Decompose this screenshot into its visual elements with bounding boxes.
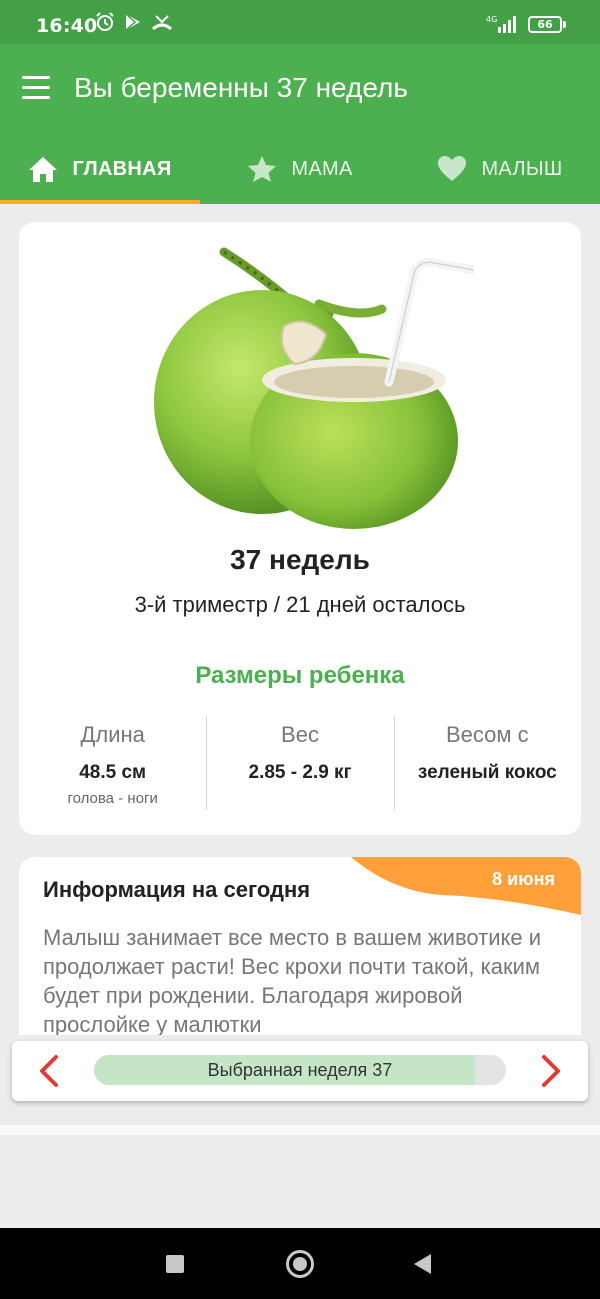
battery-level: 66 — [528, 15, 562, 33]
recents-button[interactable] — [166, 1255, 184, 1273]
stat-comparison: Весом с зеленый кокос — [393, 716, 581, 812]
stat-comparison-label: Весом с — [446, 722, 529, 747]
heart-icon — [438, 156, 467, 181]
info-text: Малыш занимает все место в вашем животик… — [43, 925, 542, 1035]
stat-length-sub: голова - ноги — [67, 790, 158, 807]
tab-baby-label: МАЛЫШ — [481, 157, 563, 180]
week-title: 37 недель — [230, 544, 370, 575]
week-selector: Выбранная неделя 37 — [12, 1041, 588, 1101]
stat-length-value: 48.5 см — [79, 762, 147, 783]
app-bar: Вы беременны 37 недель — [0, 44, 600, 134]
week-summary-card: 37 недель 3-й триместр / 21 дней осталос… — [19, 222, 581, 835]
previous-week-button[interactable] — [34, 1054, 64, 1088]
coconut-image — [154, 247, 474, 529]
daily-info-card[interactable]: 8 июня Информация на сегодня Малыш заним… — [19, 857, 581, 1035]
tab-mama-label: МАМА — [291, 157, 353, 180]
baby-sizes-heading: Размеры ребенка — [195, 662, 405, 689]
play-store-icon — [125, 13, 140, 31]
week-progress-bar[interactable]: Выбранная неделя 37 — [94, 1055, 506, 1085]
stat-length: Длина 48.5 см голова - ноги — [19, 716, 206, 812]
tab-baby[interactable]: МАЛЫШ — [400, 134, 600, 204]
bottom-strip — [0, 1125, 600, 1135]
battery-icon: 66 — [528, 15, 566, 33]
stat-comparison-value: зеленый кокос — [417, 762, 557, 783]
status-icons-left — [95, 12, 173, 32]
stat-length-label: Длина — [80, 722, 145, 747]
tab-home-label: ГЛАВНАЯ — [72, 157, 172, 180]
baby-stats: Длина 48.5 см голова - ноги Вес 2.85 - 2… — [19, 716, 581, 812]
home-icon — [29, 157, 58, 182]
alarm-icon — [96, 12, 114, 31]
system-nav-bar — [0, 1228, 600, 1299]
status-time: 16:40 — [36, 15, 98, 37]
back-button[interactable] — [414, 1254, 431, 1274]
svg-text:4G: 4G — [486, 15, 497, 24]
next-week-button[interactable] — [536, 1054, 566, 1088]
date-text: 8 июня — [492, 869, 555, 889]
star-icon — [248, 156, 277, 182]
selected-week-label: Выбранная неделя 37 — [207, 1060, 393, 1080]
status-icons-right: 4G 66 — [486, 14, 566, 34]
stat-weight: Вес 2.85 - 2.9 кг — [206, 716, 393, 812]
home-button[interactable] — [286, 1250, 314, 1278]
stat-weight-value: 2.85 - 2.9 кг — [248, 762, 352, 783]
menu-icon[interactable] — [22, 76, 52, 100]
info-title: Информация на сегодня — [43, 877, 311, 902]
tab-mama[interactable]: МАМА — [200, 134, 400, 204]
date-badge: 8 июня — [351, 857, 581, 915]
signal-icon: 4G — [486, 15, 516, 33]
stat-weight-label: Вес — [281, 722, 319, 747]
trimester-line: 3-й триместр / 21 дней осталось — [134, 592, 466, 617]
status-bar: 16:40 4G 66 — [0, 0, 600, 44]
tab-bar: ГЛАВНАЯ МАМА МАЛЫШ — [0, 134, 600, 204]
page-title: Вы беременны 37 недель — [74, 72, 408, 103]
missed-call-icon — [152, 15, 172, 31]
tab-home[interactable]: ГЛАВНАЯ — [0, 134, 200, 204]
